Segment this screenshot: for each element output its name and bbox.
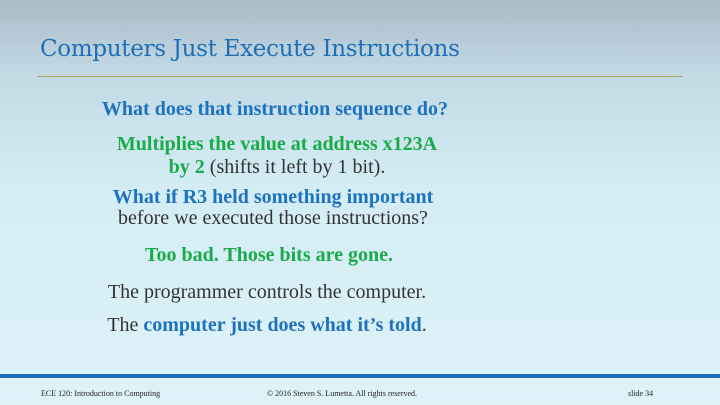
answer-1-line-2: by 2 (shifts it left by 1 bit). <box>0 156 557 178</box>
statement-2: The computer just does what it’s told. <box>0 314 547 336</box>
slide-title: Computers Just Execute Instructions <box>40 36 460 62</box>
title-divider <box>37 76 683 77</box>
question-2-line-1: What if R3 held something important <box>112 186 434 208</box>
answer-2: Too bad. Those bits are gone. <box>144 244 394 266</box>
question-1: What does that instruction sequence do? <box>101 98 449 120</box>
answer-1-emphasis: by 2 <box>168 156 205 178</box>
question-2-line-2: before we executed those instructions? <box>118 207 428 229</box>
answer-1-line-1: Multiplies the value at address x123A <box>116 133 438 155</box>
answer-1-rest: (shifts it left by 1 bit). <box>204 156 386 178</box>
statement-1: The programmer controls the computer. <box>107 281 427 303</box>
footer-course: ECE 120: Introduction to Computing <box>41 389 161 398</box>
statement-2-prefix: The <box>107 314 144 336</box>
footer-copyright: © 2016 Steven S. Lumetta. All rights res… <box>267 389 418 398</box>
footer-slide-number: slide 34 <box>628 389 654 398</box>
footer-bar <box>0 374 720 378</box>
statement-2-emphasis: computer just does what it’s told <box>143 314 422 336</box>
statement-2-suffix: . <box>421 314 427 336</box>
